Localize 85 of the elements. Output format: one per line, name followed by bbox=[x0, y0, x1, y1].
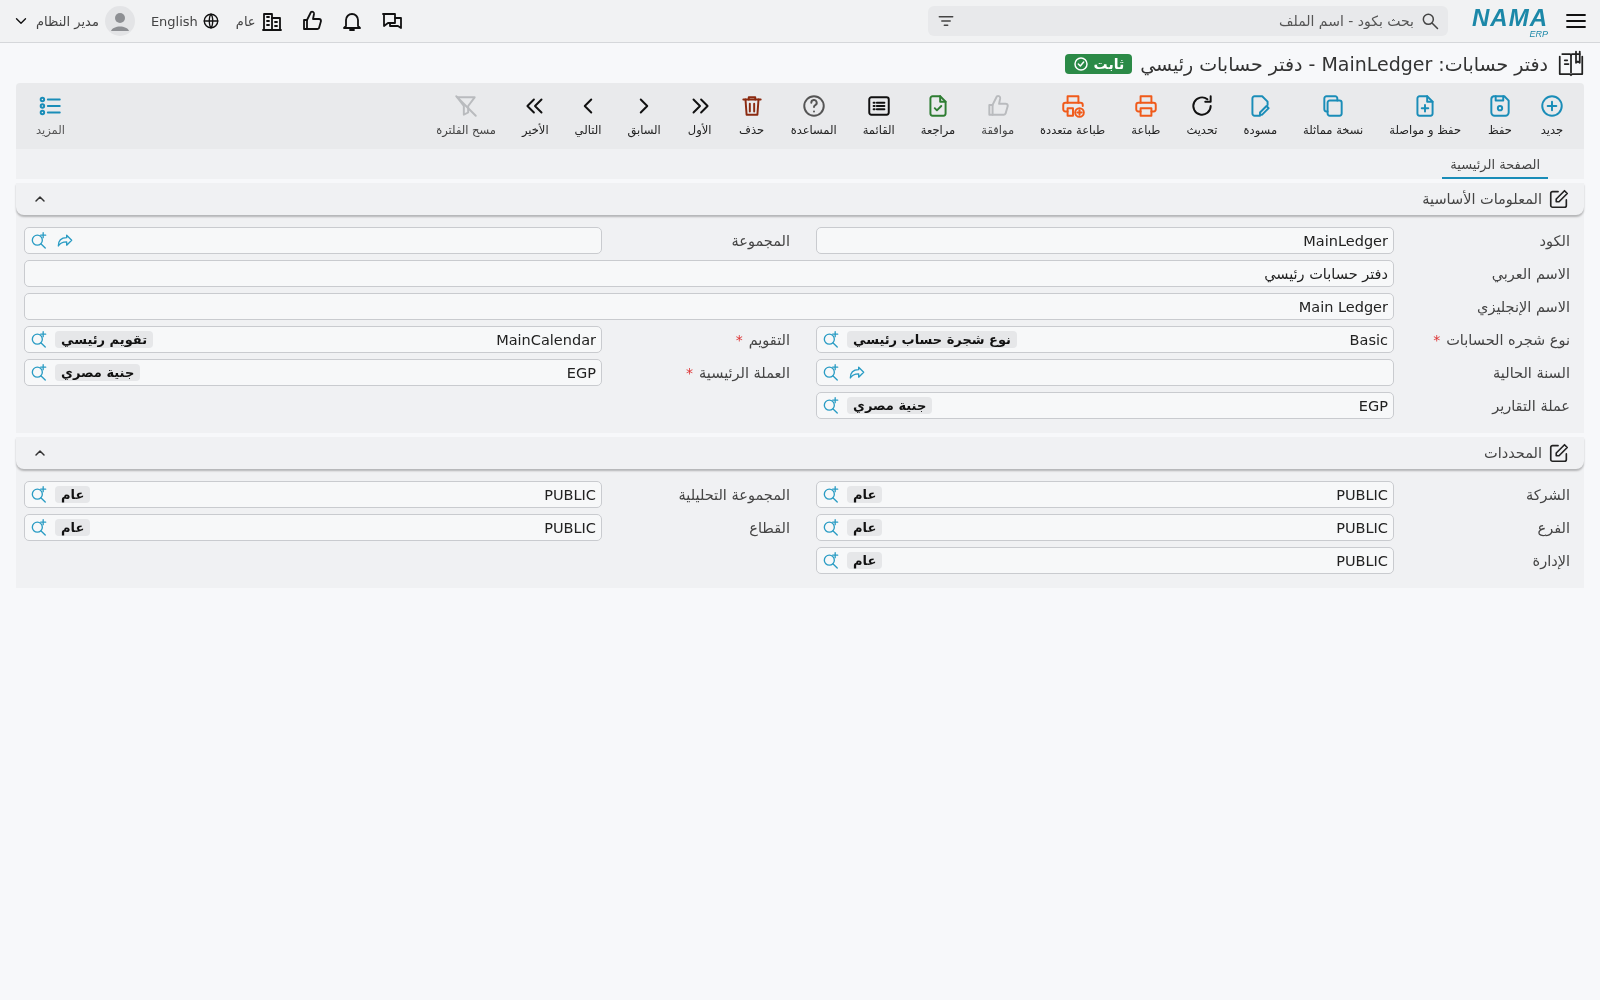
value-tag: عام bbox=[55, 519, 91, 536]
field-label: العملة الرئيسية bbox=[699, 364, 790, 381]
section-title: المعلومات الأساسية bbox=[1422, 191, 1542, 207]
search-plus-icon[interactable] bbox=[29, 484, 49, 505]
page-title: دفتر حسابات: MainLedger - دفتر حسابات رئيسي bbox=[1140, 53, 1548, 75]
logo[interactable]: NAMA ERP bbox=[1472, 3, 1548, 39]
plus-circle-icon bbox=[1539, 93, 1565, 119]
search-icon bbox=[1420, 11, 1440, 31]
search-plus-icon[interactable] bbox=[821, 362, 841, 383]
ledger-book-icon bbox=[1556, 49, 1586, 79]
edit-icon bbox=[1548, 442, 1570, 464]
toolbar-button[interactable]: الأول bbox=[673, 93, 726, 137]
toolbar-button[interactable]: حفظ و مواصلة bbox=[1376, 93, 1474, 137]
edit-icon bbox=[1548, 188, 1570, 210]
section-header[interactable]: المعلومات الأساسية bbox=[16, 183, 1584, 215]
language-link[interactable]: English bbox=[150, 13, 198, 29]
section-title: المحددات bbox=[1484, 445, 1542, 461]
toolbar-button[interactable]: الأخير bbox=[508, 93, 562, 137]
logo-name: NAMA bbox=[1472, 3, 1548, 31]
field-label: القطاع bbox=[749, 519, 790, 536]
field-label: المجموعة bbox=[731, 232, 790, 249]
toolbar-button[interactable]: حفظ bbox=[1474, 93, 1526, 137]
field-label: الاسم الإنجليزي bbox=[1477, 298, 1570, 315]
search-plus-icon[interactable] bbox=[29, 329, 49, 350]
toolbar-button[interactable]: جديد bbox=[1526, 93, 1578, 137]
required-mark: * bbox=[735, 331, 743, 348]
toolbar-button[interactable]: القائمة bbox=[849, 93, 908, 137]
toolbar-button[interactable]: مسودة bbox=[1230, 93, 1291, 137]
field-label: الكود bbox=[1539, 232, 1570, 249]
printer-plus-icon bbox=[1059, 93, 1086, 119]
search-plus-icon[interactable] bbox=[29, 230, 49, 251]
lookup-field[interactable] bbox=[24, 227, 602, 254]
value-tag: جنية مصري bbox=[847, 397, 933, 414]
printer-icon bbox=[1132, 93, 1159, 119]
section-header[interactable]: المحددات bbox=[16, 437, 1584, 469]
more-button[interactable]: المزيد bbox=[22, 93, 79, 137]
user-name[interactable]: مدير النظام bbox=[36, 13, 99, 29]
field-label: الاسم العربي bbox=[1491, 265, 1570, 282]
search-plus-icon[interactable] bbox=[821, 395, 841, 416]
branch-name[interactable]: عام bbox=[235, 13, 256, 29]
toolbar-button[interactable]: طباعة متعددة bbox=[1027, 93, 1119, 137]
field-label: التقويم bbox=[748, 331, 790, 348]
value-tag: تقويم رئيسي bbox=[55, 331, 154, 348]
value-tag: نوع شجرة حساب رئيسي bbox=[847, 331, 1017, 348]
search-plus-icon[interactable] bbox=[821, 517, 841, 538]
search-plus-icon[interactable] bbox=[821, 329, 841, 350]
toolbar-button[interactable]: التالي bbox=[561, 93, 615, 137]
required-mark: * bbox=[686, 364, 694, 381]
toolbar-button[interactable]: نسخة مماثلة bbox=[1290, 93, 1377, 137]
search-plus-icon[interactable] bbox=[29, 517, 49, 538]
logo-subtitle: ERP bbox=[1529, 28, 1548, 39]
tab[interactable]: الصفحة الرئيسية bbox=[1442, 153, 1548, 179]
avatar-icon[interactable] bbox=[104, 6, 135, 36]
value-tag: عام bbox=[55, 486, 91, 503]
toolbar-button[interactable]: تحديث bbox=[1173, 93, 1231, 137]
help-icon bbox=[800, 93, 827, 119]
value-tag: عام bbox=[847, 519, 883, 536]
search-plus-icon[interactable] bbox=[821, 484, 841, 505]
field-label: عملة التقارير bbox=[1492, 397, 1570, 414]
input-field[interactable]: دفتر حسابات رئيسي bbox=[24, 260, 1394, 287]
toolbar-button[interactable]: حذف bbox=[725, 93, 778, 137]
required-mark: * bbox=[1433, 331, 1441, 348]
status-badge: ثابت bbox=[1064, 54, 1133, 74]
list-icon bbox=[865, 93, 892, 119]
field-label: الشركة bbox=[1525, 486, 1570, 503]
input-field[interactable]: Main Ledger bbox=[24, 293, 1394, 320]
field-label: السنة الحالية bbox=[1493, 364, 1570, 381]
globe-icon[interactable] bbox=[201, 12, 220, 30]
field-label: نوع شجره الحسابات bbox=[1446, 331, 1570, 348]
filter-off-icon bbox=[453, 93, 480, 119]
value-tag: جنية مصري bbox=[55, 364, 141, 381]
value-tag: عام bbox=[847, 552, 883, 569]
search-field[interactable]: بحث بكود - اسم الملف bbox=[928, 6, 1448, 36]
field-label: الفرع bbox=[1537, 519, 1570, 536]
toolbar-button[interactable]: السابق bbox=[614, 93, 674, 137]
lookup-field[interactable] bbox=[816, 359, 1394, 386]
toolbar-button[interactable]: المساعدة bbox=[777, 93, 850, 137]
input-field[interactable]: MainLedger bbox=[816, 227, 1394, 254]
toolbar-button[interactable]: طباعة bbox=[1118, 93, 1174, 137]
toolbar-button[interactable]: مراجعة bbox=[907, 93, 969, 137]
field-label: الإدارة bbox=[1532, 552, 1570, 569]
search-plus-icon[interactable] bbox=[821, 550, 841, 571]
search-plus-icon[interactable] bbox=[29, 362, 49, 383]
field-label: المجموعة التحليلية bbox=[678, 486, 790, 503]
value-tag: عام bbox=[847, 486, 883, 503]
